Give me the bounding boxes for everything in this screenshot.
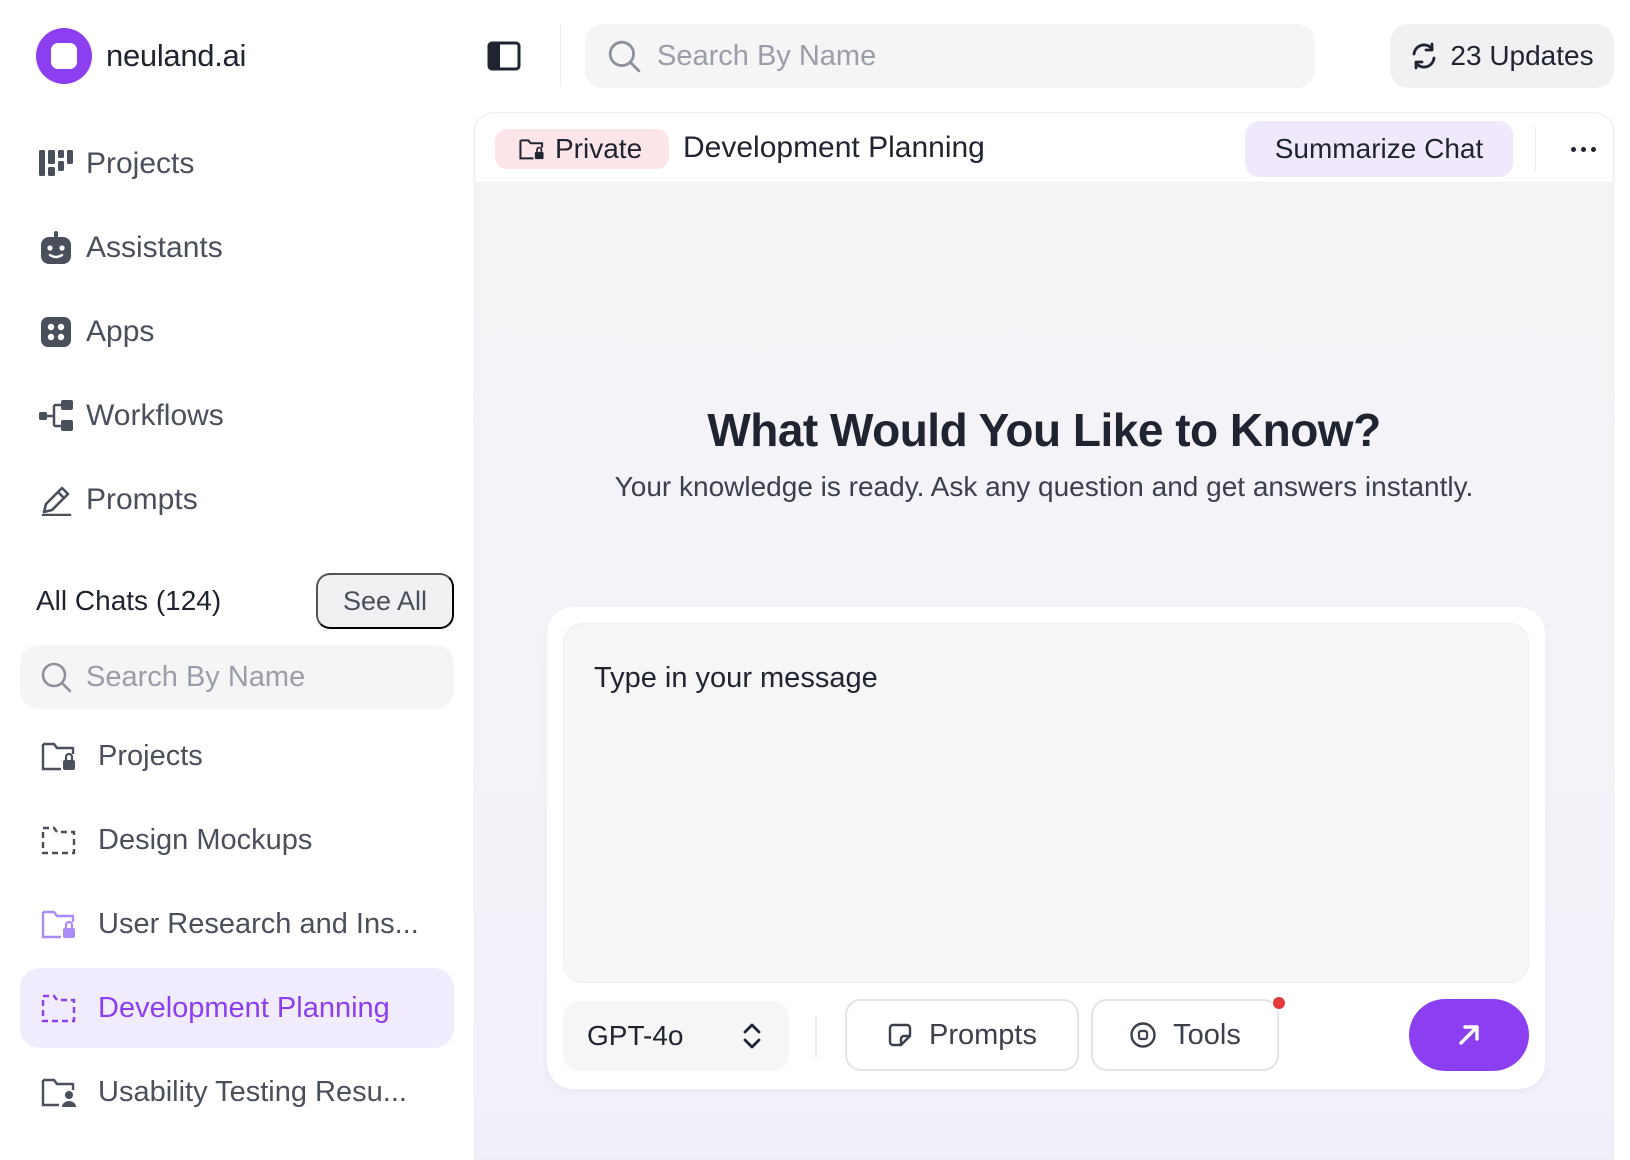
arrow-up-right-icon	[1459, 1025, 1479, 1045]
apps-grid-icon	[36, 312, 76, 352]
chat-item-user-research[interactable]: User Research and Ins...	[20, 884, 454, 964]
nav-label: Projects	[86, 147, 195, 180]
brand-name: neuland.ai	[106, 38, 247, 73]
folder-dashed-icon	[40, 821, 78, 859]
sticky-note-icon	[888, 1023, 912, 1047]
send-button[interactable]	[1409, 999, 1529, 1071]
global-search-input[interactable]	[657, 39, 1297, 73]
main-nav: Projects Assistants Apps Workflows Promp…	[36, 122, 224, 542]
privacy-label: Private	[555, 133, 643, 164]
message-input[interactable]	[564, 624, 1528, 982]
message-box[interactable]	[563, 623, 1529, 983]
header-divider	[1535, 127, 1536, 171]
chevron-up-down-icon	[743, 1023, 761, 1049]
brand[interactable]: neuland.ai	[36, 28, 246, 84]
nav-label: Apps	[86, 315, 155, 348]
updates-label: 23 Updates	[1450, 40, 1594, 71]
chat-item-projects[interactable]: Projects	[20, 716, 454, 796]
nav-item-workflows[interactable]: Workflows	[36, 374, 224, 458]
hero-subtitle: Your knowledge is ready. Ask any questio…	[614, 471, 1474, 502]
chat-search-box[interactable]	[20, 645, 454, 709]
assistant-robot-icon	[36, 228, 76, 268]
pencil-icon	[36, 480, 76, 520]
brand-logo	[36, 28, 92, 84]
chat-label: Development Planning	[98, 991, 390, 1024]
chat-label: Usability Testing Resu...	[98, 1075, 407, 1108]
tools-button[interactable]: Tools	[1091, 999, 1279, 1071]
privacy-badge[interactable]: Private	[495, 129, 669, 169]
nav-label: Assistants	[86, 231, 223, 264]
nav-item-projects[interactable]: Projects	[36, 122, 224, 206]
chat-item-development-planning[interactable]: Development Planning	[20, 968, 454, 1048]
chat-list: Projects Design Mockups User Research an…	[20, 716, 454, 1136]
chat-item-usability-testing[interactable]: Usability Testing Resu...	[20, 1052, 454, 1132]
chat-item-design-mockups[interactable]: Design Mockups	[20, 800, 454, 880]
model-select[interactable]: GPT-4o	[563, 1001, 789, 1071]
nav-item-assistants[interactable]: Assistants	[36, 206, 224, 290]
search-icon	[41, 662, 72, 693]
message-composer: GPT-4o Prompts Tools	[547, 607, 1545, 1089]
workflow-icon	[36, 396, 76, 436]
model-value: GPT-4o	[587, 1020, 684, 1051]
prompts-label: Prompts	[929, 1018, 1037, 1051]
see-all-button[interactable]: See All	[316, 573, 454, 629]
sidebar: neuland.ai Projects Assistants Apps Work…	[0, 0, 474, 1160]
chat-title: Development Planning	[683, 131, 985, 164]
topbar-divider	[560, 24, 561, 86]
chat-header: Private Development Planning Summarize C…	[475, 113, 1613, 183]
folder-dashed-icon	[40, 989, 78, 1027]
global-search-box[interactable]	[585, 24, 1315, 88]
chats-header: All Chats (124) See All	[36, 572, 454, 630]
more-dot	[1570, 146, 1576, 152]
chat-label: User Research and Ins...	[98, 907, 419, 940]
folder-lock-icon	[40, 737, 78, 775]
hero-title: What Would You Like to Know?	[707, 404, 1381, 456]
projects-icon	[36, 144, 76, 184]
chat-panel: Private Development Planning Summarize C…	[474, 112, 1614, 1160]
folder-user-icon	[40, 1073, 78, 1111]
toolbar-divider	[815, 1017, 817, 1057]
nav-label: Workflows	[86, 399, 224, 432]
more-options-button[interactable]	[1563, 127, 1603, 171]
updates-button[interactable]: 23 Updates	[1390, 24, 1614, 88]
tools-icon	[1130, 1022, 1156, 1048]
more-dot	[1590, 146, 1596, 152]
chat-label: Projects	[98, 739, 203, 772]
nav-item-apps[interactable]: Apps	[36, 290, 224, 374]
search-icon	[608, 40, 641, 73]
chat-search-input[interactable]	[86, 660, 446, 694]
nav-label: Prompts	[86, 483, 198, 516]
refresh-icon	[1412, 42, 1436, 70]
more-dot	[1580, 146, 1586, 152]
folder-lock-icon	[40, 905, 78, 943]
sidebar-toggle-button[interactable]	[486, 38, 522, 74]
notification-dot	[1271, 995, 1287, 1011]
nav-item-prompts[interactable]: Prompts	[36, 458, 224, 542]
chats-title: All Chats (124)	[36, 585, 222, 616]
folder-lock-icon	[519, 139, 544, 160]
summarize-chat-button[interactable]: Summarize Chat	[1245, 121, 1513, 177]
tools-label: Tools	[1173, 1018, 1241, 1051]
prompts-button[interactable]: Prompts	[845, 999, 1079, 1071]
chat-label: Design Mockups	[98, 823, 313, 856]
sidebar-panel-icon	[487, 41, 521, 71]
